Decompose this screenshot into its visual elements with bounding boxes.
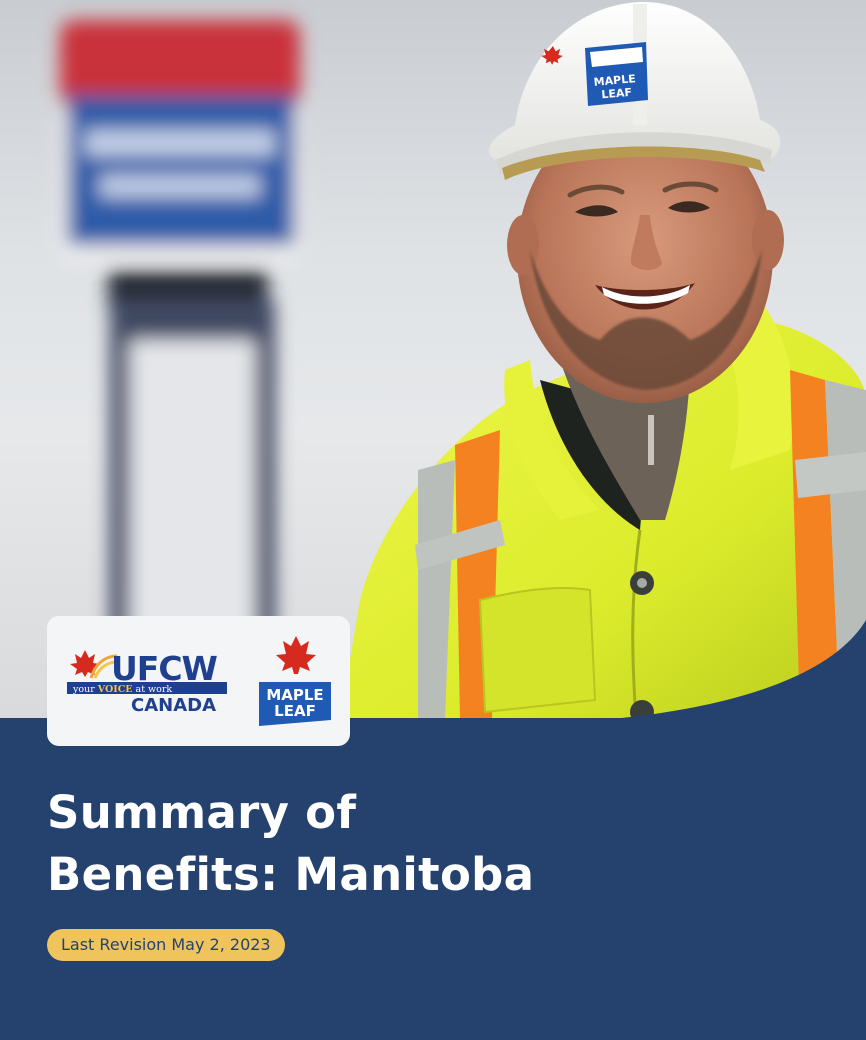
title-line-1: Summary of <box>47 786 357 839</box>
revision-date-badge: Last Revision May 2, 2023 <box>47 929 285 961</box>
background-sign <box>60 20 300 640</box>
helmet-badge-line2: LEAF <box>601 86 633 102</box>
ufcw-country: CANADA <box>131 695 216 716</box>
maple-leaf-logo: MAPLE LEAF <box>259 636 331 726</box>
ufcw-tagline: your VOICE at work <box>72 684 172 695</box>
page-title: Summary of Benefits: Manitoba <box>47 782 534 906</box>
ufcw-canada-logo: UFCW your VOICE at work CANADA <box>67 649 227 716</box>
logo-card: UFCW your VOICE at work CANADA MAPLE LEA… <box>47 616 350 746</box>
maple-leaf-line2: LEAF <box>274 702 316 720</box>
title-line-2: Benefits: Manitoba <box>47 848 535 901</box>
